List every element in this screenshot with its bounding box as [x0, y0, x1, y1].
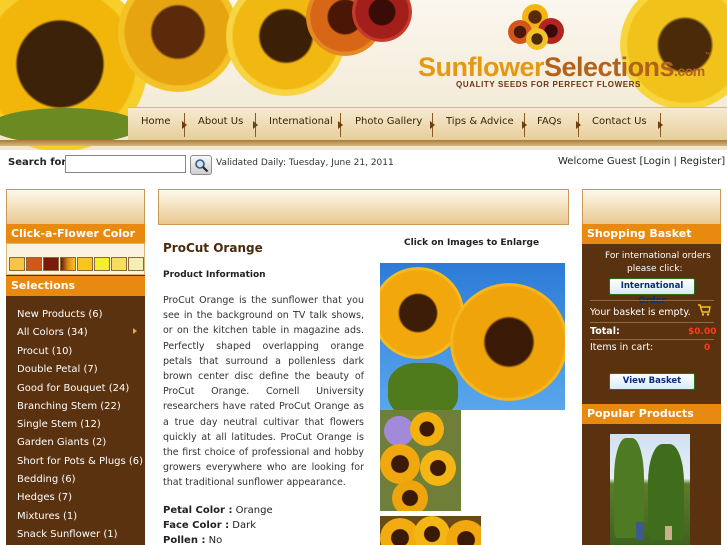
color-swatch-yellow[interactable] [94, 257, 110, 271]
account-separator: | [670, 156, 681, 167]
divider [590, 300, 714, 301]
product-image-field[interactable] [380, 516, 481, 545]
validated-date: Validated Daily: Tuesday, June 21, 2011 [216, 158, 394, 168]
product-description: ProCut Orange is the sunflower that you … [163, 295, 364, 489]
logo-emblem [508, 2, 572, 52]
nav-international[interactable]: International [269, 116, 333, 127]
login-link[interactable]: Login [643, 156, 670, 167]
spec-value: No [205, 535, 223, 545]
spec-key: Petal Color : [163, 505, 233, 516]
nav-separator [430, 113, 436, 137]
product-title: ProCut Orange [163, 241, 263, 255]
color-swatch-light-yellow[interactable] [9, 257, 25, 271]
center-column-header [158, 189, 569, 225]
spec-petal-color: Petal Color : Orange [163, 505, 273, 516]
selection-link[interactable]: Short for Pots & Plugs (6) [17, 456, 143, 467]
nav-photo-gallery[interactable]: Photo Gallery [355, 116, 422, 127]
divider [590, 322, 714, 323]
nav-home[interactable]: Home [141, 116, 171, 127]
nav-about-us[interactable]: About Us [198, 116, 243, 127]
nav-faqs[interactable]: FAQs [537, 116, 562, 127]
selection-link[interactable]: Good for Bouquet (24) [17, 383, 129, 394]
leaf-image [0, 108, 140, 144]
selection-link[interactable]: New Products (6) [17, 309, 103, 320]
selection-link[interactable]: All Colors (34) [17, 327, 88, 338]
product-info-heading: Product Information [163, 270, 266, 280]
basket-title: Shopping Basket [582, 224, 721, 244]
view-basket-button[interactable]: View Basket [609, 373, 695, 390]
logo-tagline: QUALITY SEEDS FOR PERFECT FLOWERS [456, 80, 641, 89]
selection-link[interactable]: Snack Sunflower (1) [17, 529, 118, 540]
nav-separator [338, 113, 344, 137]
submenu-arrow-icon [133, 328, 137, 334]
color-swatch-bicolor[interactable] [60, 257, 76, 271]
nav-tips-advice[interactable]: Tips & Advice [446, 116, 514, 127]
color-title: Click-a-Flower Color [6, 224, 145, 244]
header-rule [0, 140, 727, 146]
nav-separator [182, 113, 188, 137]
total-label: Total: [590, 326, 620, 337]
selection-link[interactable]: Branching Stem (22) [17, 401, 121, 412]
color-swatch-lemon[interactable] [111, 257, 127, 271]
magnifier-icon [195, 159, 209, 173]
spec-value: Dark [229, 520, 257, 531]
basket-empty-text: Your basket is empty. [590, 307, 691, 318]
popular-product-image[interactable] [610, 434, 690, 545]
logo-word-selections: Selections [544, 52, 675, 82]
click-enlarge-text: Click on Images to Enlarge [404, 238, 540, 248]
spec-face-color: Face Color : Dark [163, 520, 256, 531]
selection-link[interactable]: Garden Giants (2) [17, 437, 106, 448]
account-bracket: ] [721, 156, 726, 167]
spec-value: Orange [232, 505, 273, 516]
right-column-header [582, 189, 721, 225]
logo-word-com: .com [674, 63, 705, 79]
welcome-guest: Welcome Guest [ [558, 156, 644, 167]
register-link[interactable]: Register [680, 156, 721, 167]
search-label: Search for: [8, 157, 71, 168]
product-image-bouquet[interactable] [380, 410, 461, 511]
items-label: Items in cart: [590, 342, 654, 353]
international-order-button[interactable]: International Order [609, 278, 695, 306]
color-swatch-gold[interactable] [77, 257, 93, 271]
popular-title: Popular Products [582, 404, 721, 424]
selection-link[interactable]: Bedding (6) [17, 474, 76, 485]
selection-link[interactable]: Procut (10) [17, 346, 72, 357]
cart-icon[interactable] [697, 304, 711, 316]
total-value: $0.00 [688, 327, 717, 337]
selection-link[interactable]: Hedges (7) [17, 492, 72, 503]
selection-link[interactable]: Mixtures (1) [17, 511, 77, 522]
logo-tm: ™ [704, 52, 712, 59]
intl-text: For international orders [605, 251, 711, 261]
spec-key: Pollen : [163, 535, 206, 545]
color-picker [6, 243, 145, 275]
search-button[interactable] [190, 155, 212, 175]
color-swatch-cream[interactable] [128, 257, 144, 271]
logo-text[interactable]: SunflowerSelections.com ™ [418, 52, 712, 83]
logo-word-sunflower: Sunflower [418, 52, 545, 82]
color-swatch-orange[interactable] [26, 257, 42, 271]
color-swatch-red[interactable] [43, 257, 59, 271]
nav-separator [576, 113, 582, 137]
nav-contact-us[interactable]: Contact Us [592, 116, 647, 127]
main-nav: Home About Us International Photo Galler… [128, 107, 727, 140]
left-column-header [6, 189, 145, 225]
selection-link[interactable]: Double Petal (7) [17, 364, 98, 375]
intl-text-2: please click: [627, 264, 683, 274]
welcome-text: Welcome Guest [Login | Register] [558, 156, 725, 167]
selection-link[interactable]: Single Stem (12) [17, 419, 101, 430]
nav-separator [253, 113, 259, 137]
spec-pollen: Pollen : No [163, 535, 222, 545]
search-input[interactable] [65, 155, 186, 173]
selections-title: Selections [6, 276, 145, 296]
nav-separator [658, 113, 664, 137]
spec-key: Face Color : [163, 520, 230, 531]
items-value: 0 [704, 343, 711, 353]
nav-separator [522, 113, 528, 137]
product-image-main[interactable] [380, 263, 565, 410]
divider [590, 339, 714, 340]
